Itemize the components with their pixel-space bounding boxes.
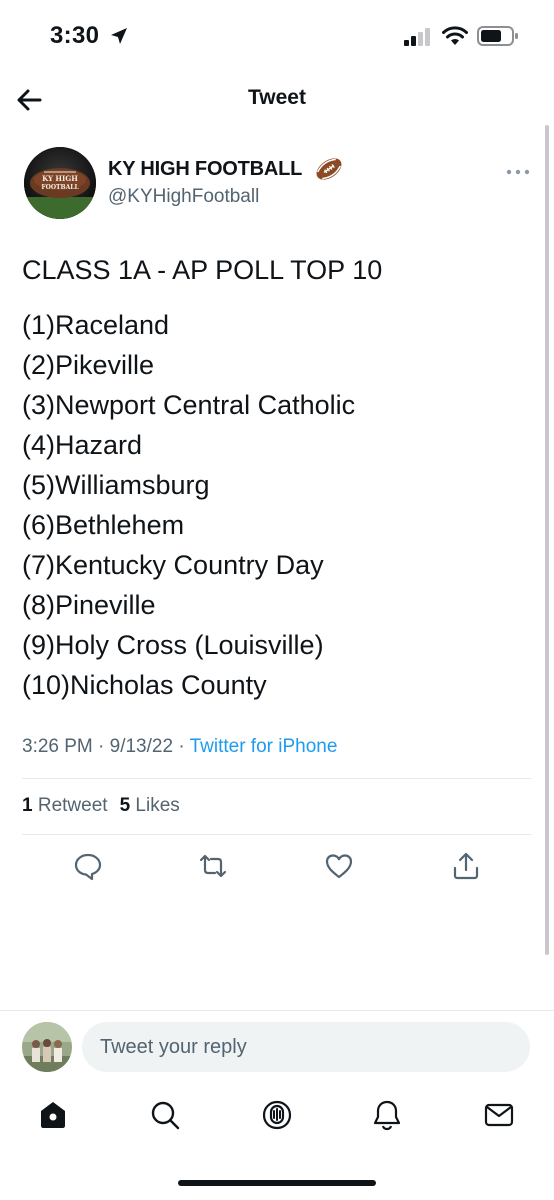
tweet-text: CLASS 1A - AP POLL TOP 10 (1)Raceland (2… (22, 255, 532, 705)
tweet-detail-screen: 3:30 Tweet KY HIGH FOOTBALL KY HIGH FOOT… (0, 0, 554, 1200)
like-count: 5 (119, 795, 131, 816)
poll-item: (5)Williamsburg (22, 470, 210, 500)
share-icon[interactable] (450, 850, 482, 882)
retweet-label: Retweet (37, 795, 108, 816)
author-avatar[interactable]: KY HIGH FOOTBALL (24, 147, 96, 219)
scrollbar[interactable] (545, 125, 549, 955)
retweets-stat[interactable]: 1 Retweet (22, 795, 108, 816)
tweet-meta: 3:26 PM · 9/13/22 · Twitter for iPhone (22, 736, 337, 758)
author-handle[interactable]: @KYHighFootball (108, 186, 259, 208)
poll-item: (7)Kentucky Country Day (22, 550, 324, 580)
more-dots-icon[interactable] (506, 168, 530, 176)
divider (22, 778, 532, 779)
tweet-source-link[interactable]: Twitter for iPhone (190, 736, 338, 757)
tweet-headline: CLASS 1A - AP POLL TOP 10 (22, 255, 383, 285)
status-time: 3:30 (50, 22, 100, 49)
like-label: Likes (135, 795, 180, 816)
home-icon[interactable] (36, 1098, 70, 1132)
football-emoji-icon (316, 158, 342, 180)
search-icon[interactable] (148, 1098, 182, 1132)
poll-item: (4)Hazard (22, 430, 143, 460)
avatar-logo-line2: FOOTBALL (41, 184, 79, 191)
status-bar: 3:30 (0, 0, 554, 70)
location-arrow-icon (111, 28, 127, 44)
notifications-icon[interactable] (370, 1098, 404, 1132)
poll-item: (1)Raceland (22, 310, 170, 340)
poll-item: (3)Newport Central Catholic (22, 390, 356, 420)
retweet-count: 1 (22, 795, 33, 816)
poll-item: (8)Pineville (22, 590, 156, 620)
cellular-signal-icon (404, 28, 430, 46)
likes-stat[interactable]: 5 Likes (120, 795, 180, 816)
poll-list: (1)Raceland (2)Pikeville (3)Newport Cent… (22, 305, 532, 705)
reply-icon[interactable] (72, 850, 104, 882)
user-avatar[interactable] (22, 1022, 72, 1072)
author-name[interactable]: KY HIGH FOOTBALL (108, 158, 302, 181)
poll-item: (6)Bethlehem (22, 510, 185, 540)
page-title: Tweet (248, 86, 306, 109)
divider (22, 834, 532, 835)
battery-icon (477, 26, 518, 46)
user-avatar-image (22, 1022, 72, 1072)
home-indicator[interactable] (178, 1180, 376, 1186)
retweet-icon[interactable] (197, 850, 229, 882)
poll-item: (10)Nicholas County (22, 670, 267, 700)
tweet-stats: 1 Retweet 5 Likes (22, 795, 180, 817)
poll-item: (2)Pikeville (22, 350, 155, 380)
tweet-timestamp: 3:26 PM · 9/13/22 · (22, 736, 190, 757)
football-logo-image: KY HIGH FOOTBALL (24, 147, 96, 219)
reply-input[interactable]: Tweet your reply (82, 1022, 530, 1072)
tweet-header: Tweet (0, 70, 554, 130)
divider (0, 1010, 554, 1011)
avatar-logo-line1: KY HIGH (42, 174, 78, 183)
messages-icon[interactable] (482, 1098, 516, 1132)
like-icon[interactable] (323, 850, 355, 882)
wifi-icon (442, 26, 468, 45)
poll-item: (9)Holy Cross (Louisville) (22, 630, 324, 660)
spaces-icon[interactable] (260, 1098, 294, 1132)
